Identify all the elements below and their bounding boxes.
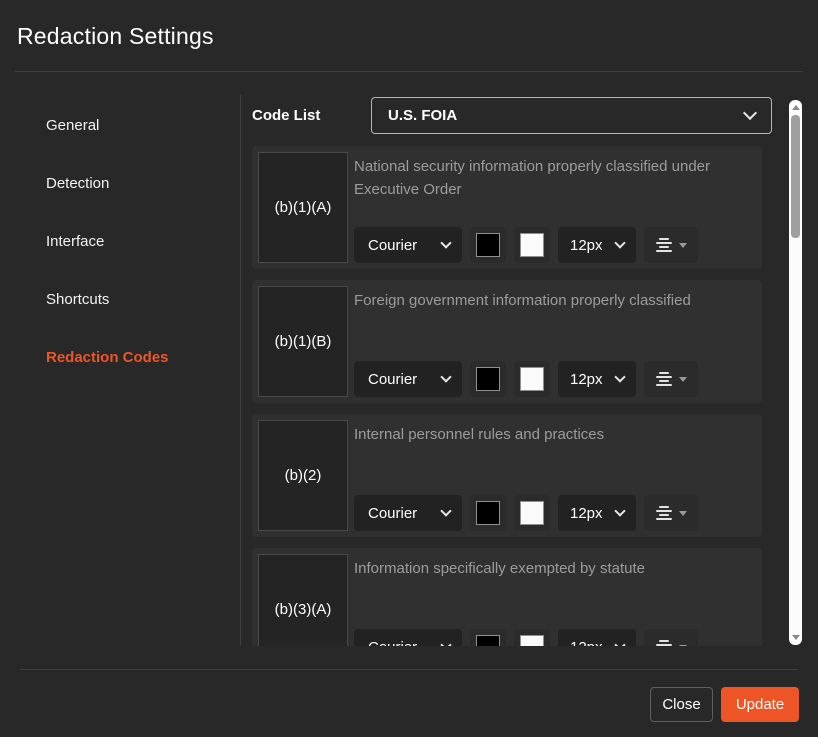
chevron-down-icon [614, 639, 625, 646]
chevron-down-icon [440, 371, 451, 382]
code-preview-box: (b)(1)(B) [258, 286, 348, 397]
fill-color-button[interactable] [470, 629, 506, 646]
font-select[interactable]: Courier [354, 227, 462, 263]
code-style-controls: Courier 12px [354, 227, 756, 263]
text-color-swatch [520, 635, 544, 646]
update-button[interactable]: Update [721, 687, 799, 722]
sidebar-item-general[interactable]: General [0, 117, 240, 135]
caret-down-icon [679, 377, 687, 382]
code-list-row: Code List U.S. FOIA [252, 97, 772, 134]
code-label: (b)(3)(A) [275, 601, 332, 618]
fill-color-swatch [476, 635, 500, 646]
font-select-value: Courier [368, 371, 417, 388]
code-list-selected-value: U.S. FOIA [388, 107, 457, 124]
code-label: (b)(1)(A) [275, 199, 332, 216]
chevron-down-icon [440, 639, 451, 646]
alignment-button[interactable] [644, 361, 698, 397]
chevron-down-icon [614, 237, 625, 248]
redaction-code-card: (b)(1)(A) National security information … [252, 146, 762, 269]
code-description: Internal personnel rules and practices [354, 420, 756, 446]
fill-color-swatch [476, 501, 500, 525]
font-select[interactable]: Courier [354, 495, 462, 531]
font-select-value: Courier [368, 505, 417, 522]
align-center-icon [656, 506, 672, 520]
close-button[interactable]: Close [650, 687, 713, 722]
code-preview-box: (b)(1)(A) [258, 152, 348, 263]
settings-sidebar: General Detection Interface Shortcuts Re… [0, 72, 240, 407]
font-size-select[interactable]: 12px [558, 361, 636, 397]
code-list-label: Code List [252, 97, 371, 134]
text-color-button[interactable] [514, 495, 550, 531]
alignment-button[interactable] [644, 495, 698, 531]
sidebar-divider [240, 95, 241, 645]
scroll-up-arrow-icon[interactable] [792, 105, 800, 110]
code-description: Information specifically exempted by sta… [354, 554, 756, 580]
redaction-code-card: (b)(2) Internal personnel rules and prac… [252, 414, 762, 537]
dialog-footer: Close Update [650, 687, 799, 722]
code-style-controls: Courier 12px [354, 629, 756, 646]
scrollbar-thumb[interactable] [791, 115, 800, 238]
code-label: (b)(2) [285, 467, 322, 484]
fill-color-button[interactable] [470, 495, 506, 531]
redaction-code-card: (b)(1)(B) Foreign government information… [252, 280, 762, 403]
sidebar-item-interface[interactable]: Interface [0, 233, 240, 251]
chevron-down-icon [614, 505, 625, 516]
font-size-select[interactable]: 12px [558, 227, 636, 263]
text-color-swatch [520, 501, 544, 525]
align-center-icon [656, 238, 672, 252]
font-size-select[interactable]: 12px [558, 495, 636, 531]
font-size-value: 12px [570, 639, 603, 647]
chevron-down-icon [614, 371, 625, 382]
code-preview-box: (b)(2) [258, 420, 348, 531]
code-label: (b)(1)(B) [275, 333, 332, 350]
align-center-icon [656, 640, 672, 646]
font-size-value: 12px [570, 237, 603, 254]
font-select[interactable]: Courier [354, 361, 462, 397]
sidebar-item-detection[interactable]: Detection [0, 175, 240, 193]
font-select[interactable]: Courier [354, 629, 462, 646]
caret-down-icon [679, 243, 687, 248]
code-description: National security information properly c… [354, 152, 756, 201]
align-center-icon [656, 372, 672, 386]
text-color-swatch [520, 367, 544, 391]
code-style-controls: Courier 12px [354, 495, 756, 531]
caret-down-icon [679, 645, 687, 647]
fill-color-swatch [476, 367, 500, 391]
font-select-value: Courier [368, 237, 417, 254]
caret-down-icon [679, 511, 687, 516]
sidebar-item-redaction-codes[interactable]: Redaction Codes [0, 349, 240, 367]
font-select-value: Courier [368, 639, 417, 647]
footer-divider [20, 669, 798, 670]
fill-color-button[interactable] [470, 361, 506, 397]
alignment-button[interactable] [644, 629, 698, 646]
chevron-down-icon [440, 237, 451, 248]
code-style-controls: Courier 12px [354, 361, 756, 397]
redaction-code-card: (b)(3)(A) Information specifically exemp… [252, 548, 762, 646]
text-color-swatch [520, 233, 544, 257]
alignment-button[interactable] [644, 227, 698, 263]
text-color-button[interactable] [514, 361, 550, 397]
font-size-value: 12px [570, 371, 603, 388]
fill-color-swatch [476, 233, 500, 257]
text-color-button[interactable] [514, 227, 550, 263]
chevron-down-icon [440, 505, 451, 516]
scroll-down-arrow-icon[interactable] [792, 635, 800, 640]
scrollbar[interactable] [789, 100, 802, 645]
code-description: Foreign government information properly … [354, 286, 756, 312]
page-title: Redaction Settings [17, 23, 214, 50]
fill-color-button[interactable] [470, 227, 506, 263]
code-list-select[interactable]: U.S. FOIA [371, 97, 772, 134]
font-size-value: 12px [570, 505, 603, 522]
code-preview-box: (b)(3)(A) [258, 554, 348, 646]
chevron-down-icon [743, 106, 757, 120]
text-color-button[interactable] [514, 629, 550, 646]
sidebar-item-shortcuts[interactable]: Shortcuts [0, 291, 240, 309]
redaction-codes-list: (b)(1)(A) National security information … [252, 146, 762, 646]
font-size-select[interactable]: 12px [558, 629, 636, 646]
